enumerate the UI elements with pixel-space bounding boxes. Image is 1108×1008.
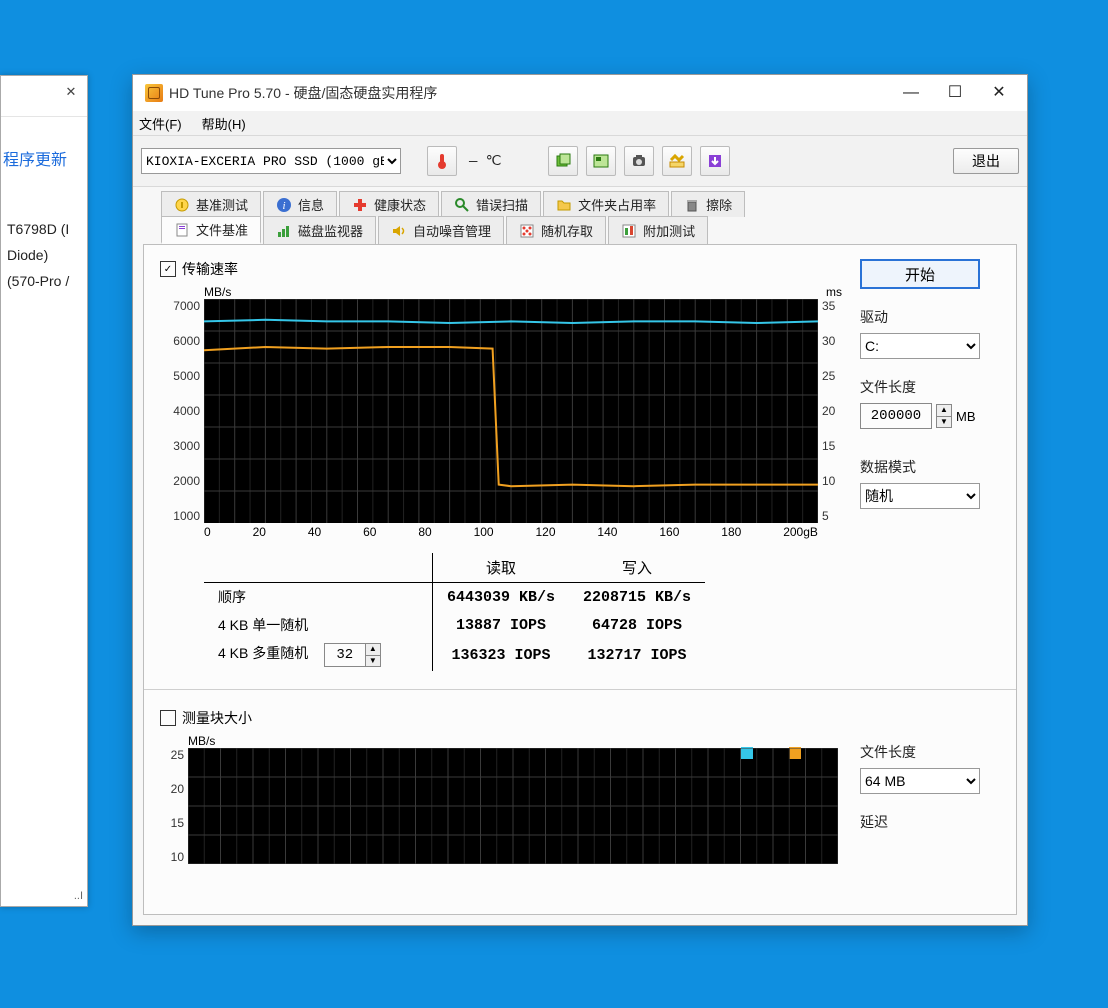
result-row-label: 4 KB 多重随机 32▲▼ xyxy=(204,639,433,671)
minimize-button[interactable]: — xyxy=(889,79,933,107)
result-write-value: 64728 IOPS xyxy=(569,611,705,639)
tab-health[interactable]: 健康状态 xyxy=(339,191,439,217)
background-window: ✕ 程序更新 T6798D (I Diode) (570-Pro / ..I xyxy=(0,75,88,907)
tabs-area: 基准测试i信息健康状态错误扫描文件夹占用率擦除 文件基准磁盘监视器自动噪音管理随… xyxy=(133,187,1027,244)
magnifier-icon xyxy=(454,197,470,213)
window-title: HD Tune Pro 5.70 - 硬盘/固态硬盘实用程序 xyxy=(169,83,889,103)
block-size-chart: MB/s 25201510 readwrite xyxy=(160,734,842,864)
temperature-readout: — ℃ xyxy=(469,153,502,170)
tab-filebench[interactable]: 文件基准 xyxy=(161,216,261,244)
menu-bar: 文件(F) 帮助(H) xyxy=(133,111,1027,136)
queue-up[interactable]: ▲ xyxy=(366,644,380,656)
file-length-unit: MB xyxy=(956,409,976,424)
side-controls: 开始 驱动 C: 文件长度 200000 ▲▼ MB 数据模式 随机 xyxy=(860,259,1000,527)
result-read-value: 136323 IOPS xyxy=(433,639,570,671)
save-screenshot-button[interactable] xyxy=(624,146,654,176)
tab-error[interactable]: 错误扫描 xyxy=(441,191,541,217)
info-i-icon: i xyxy=(276,197,292,213)
file-length2-label: 文件长度 xyxy=(860,742,1000,762)
file-benchmark-panel: ✓ 传输速率 MB/s ms 7000600050004000300020001… xyxy=(143,244,1017,915)
maximize-button[interactable]: ☐ xyxy=(933,79,977,107)
toolbar: KIOXIA-EXCERIA PRO SSD (1000 gB) — ℃ 退出 xyxy=(133,136,1027,187)
options-button[interactable] xyxy=(662,146,692,176)
pattern-label: 数据模式 xyxy=(860,457,1000,477)
result-row-label: 4 KB 单一随机 xyxy=(204,611,433,639)
tab-info[interactable]: i信息 xyxy=(263,191,337,217)
file-length-label: 文件长度 xyxy=(860,377,1000,397)
results-table: 读取 写入 顺序6443039 KB/s2208715 KB/s 4 KB 单一随… xyxy=(204,553,842,671)
queue-down[interactable]: ▼ xyxy=(366,656,380,667)
extra-icon xyxy=(621,223,637,239)
menu-file[interactable]: 文件(F) xyxy=(139,114,182,133)
read-header: 读取 xyxy=(433,553,570,583)
result-row-label: 顺序 xyxy=(204,583,433,612)
drive-label: 驱动 xyxy=(860,307,1000,327)
tab-monitor[interactable]: 磁盘监视器 xyxy=(263,216,376,244)
copy-screenshot-button[interactable] xyxy=(586,146,616,176)
tab-folder[interactable]: 文件夹占用率 xyxy=(543,191,669,217)
bg-overflow: ..I xyxy=(74,890,83,902)
tab-erase[interactable]: 擦除 xyxy=(671,191,745,217)
title-bar[interactable]: HD Tune Pro 5.70 - 硬盘/固态硬盘实用程序 — ☐ ✕ xyxy=(133,75,1027,111)
delay-label: 延迟 xyxy=(860,812,1000,832)
exit-button[interactable]: 退出 xyxy=(953,148,1019,174)
start-button[interactable]: 开始 xyxy=(860,259,980,289)
block-size-label: 测量块大小 xyxy=(182,708,252,728)
app-icon xyxy=(145,84,163,102)
tab-benchmark[interactable]: 基准测试 xyxy=(161,191,261,217)
chart-icon xyxy=(276,223,292,239)
folder-icon xyxy=(556,197,572,213)
bg-heading: 程序更新 xyxy=(1,146,91,170)
result-read-value: 6443039 KB/s xyxy=(433,583,570,612)
write-header: 写入 xyxy=(569,553,705,583)
y-axis-unit: MB/s xyxy=(204,285,231,299)
result-write-value: 2208715 KB/s xyxy=(569,583,705,612)
trash-icon xyxy=(684,197,700,213)
menu-help[interactable]: 帮助(H) xyxy=(202,114,246,133)
plus-red-icon xyxy=(352,197,368,213)
speaker-icon xyxy=(391,223,407,239)
pattern-select[interactable]: 随机 xyxy=(860,483,980,509)
transfer-rate-label: 传输速率 xyxy=(182,259,238,279)
close-button[interactable]: ✕ xyxy=(977,79,1021,107)
hd-tune-window: HD Tune Pro 5.70 - 硬盘/固态硬盘实用程序 — ☐ ✕ 文件(… xyxy=(132,74,1028,926)
temperature-icon[interactable] xyxy=(427,146,457,176)
tab-random[interactable]: 随机存取 xyxy=(506,216,606,244)
save-log-button[interactable] xyxy=(700,146,730,176)
svg-text:i: i xyxy=(282,200,285,212)
transfer-chart: MB/s ms 7000600050004000300020001000 353… xyxy=(160,285,842,541)
result-write-value: 132717 IOPS xyxy=(569,639,705,671)
tab-extra[interactable]: 附加测试 xyxy=(608,216,708,244)
doc-icon xyxy=(174,222,190,238)
y2-axis-unit: ms xyxy=(826,285,842,299)
drive-letter-select[interactable]: C: xyxy=(860,333,980,359)
copy-info-button[interactable] xyxy=(548,146,578,176)
file-length-input[interactable]: 200000 xyxy=(860,403,932,429)
bg-content: T6798D (I Diode) (570-Pro / xyxy=(7,216,87,294)
tab-aam[interactable]: 自动噪音管理 xyxy=(378,216,504,244)
info-bulb-icon xyxy=(174,197,190,213)
file-length2-select[interactable]: 64 MB xyxy=(860,768,980,794)
queue-depth-spinner[interactable]: 32▲▼ xyxy=(324,643,381,667)
result-read-value: 13887 IOPS xyxy=(433,611,570,639)
file-length-up[interactable]: ▲ xyxy=(937,405,951,417)
y-axis-unit-2: MB/s xyxy=(188,734,215,748)
block-size-checkbox[interactable]: 测量块大小 xyxy=(160,708,842,728)
transfer-rate-checkbox[interactable]: ✓ 传输速率 xyxy=(160,259,842,279)
random-icon xyxy=(519,223,535,239)
file-length-down[interactable]: ▼ xyxy=(937,417,951,428)
bg-close-button[interactable]: ✕ xyxy=(55,76,87,108)
drive-select[interactable]: KIOXIA-EXCERIA PRO SSD (1000 gB) xyxy=(141,148,401,174)
